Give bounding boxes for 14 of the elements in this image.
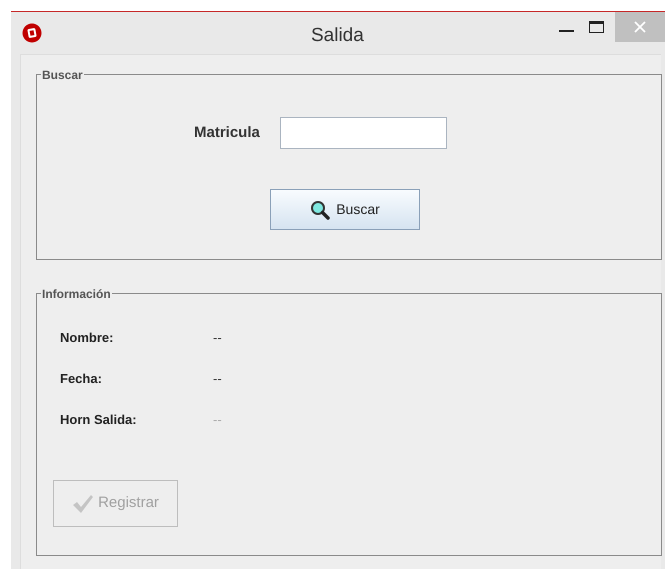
field-label: Horn Salida:: [60, 411, 138, 430]
matricula-field[interactable]: [280, 117, 447, 149]
search-button[interactable]: Buscar: [270, 189, 420, 230]
window-title: Salida: [311, 24, 364, 48]
matricula-label: Matricula: [194, 122, 260, 143]
close-icon: [634, 21, 646, 33]
field-value: --: [213, 329, 222, 348]
app-icon: [22, 23, 42, 43]
field-label: Fecha:: [60, 370, 103, 388]
field-label: Nombre:: [60, 329, 114, 348]
checkmark-icon: [72, 494, 94, 514]
field-value: --: [213, 370, 222, 388]
search-icon: [310, 200, 330, 220]
field-value: --: [213, 411, 222, 430]
